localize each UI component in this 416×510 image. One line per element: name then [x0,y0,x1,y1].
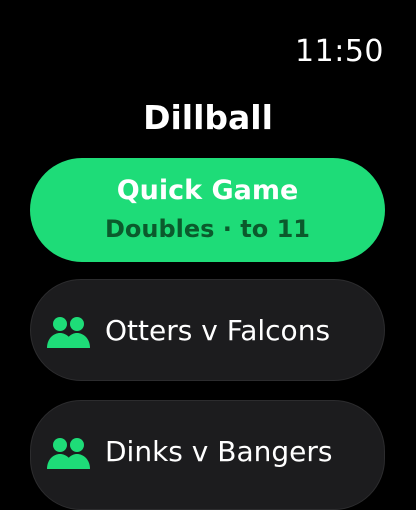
status-time: 11:50 [295,34,384,69]
match-label: Dinks v Bangers [105,435,333,468]
match-row-dinks-bangers[interactable]: Dinks v Bangers [30,400,385,510]
match-row-otters-falcons[interactable]: Otters v Falcons [30,279,385,381]
quick-game-subtitle: Doubles · to 11 [104,215,310,243]
people-icon [47,317,90,348]
people-icon [47,438,90,469]
match-label: Otters v Falcons [105,314,331,347]
quick-game-button[interactable]: Quick Game Doubles · to 11 [30,158,385,262]
page-title: Dillball [143,98,273,137]
quick-game-title: Quick Game [116,175,299,206]
